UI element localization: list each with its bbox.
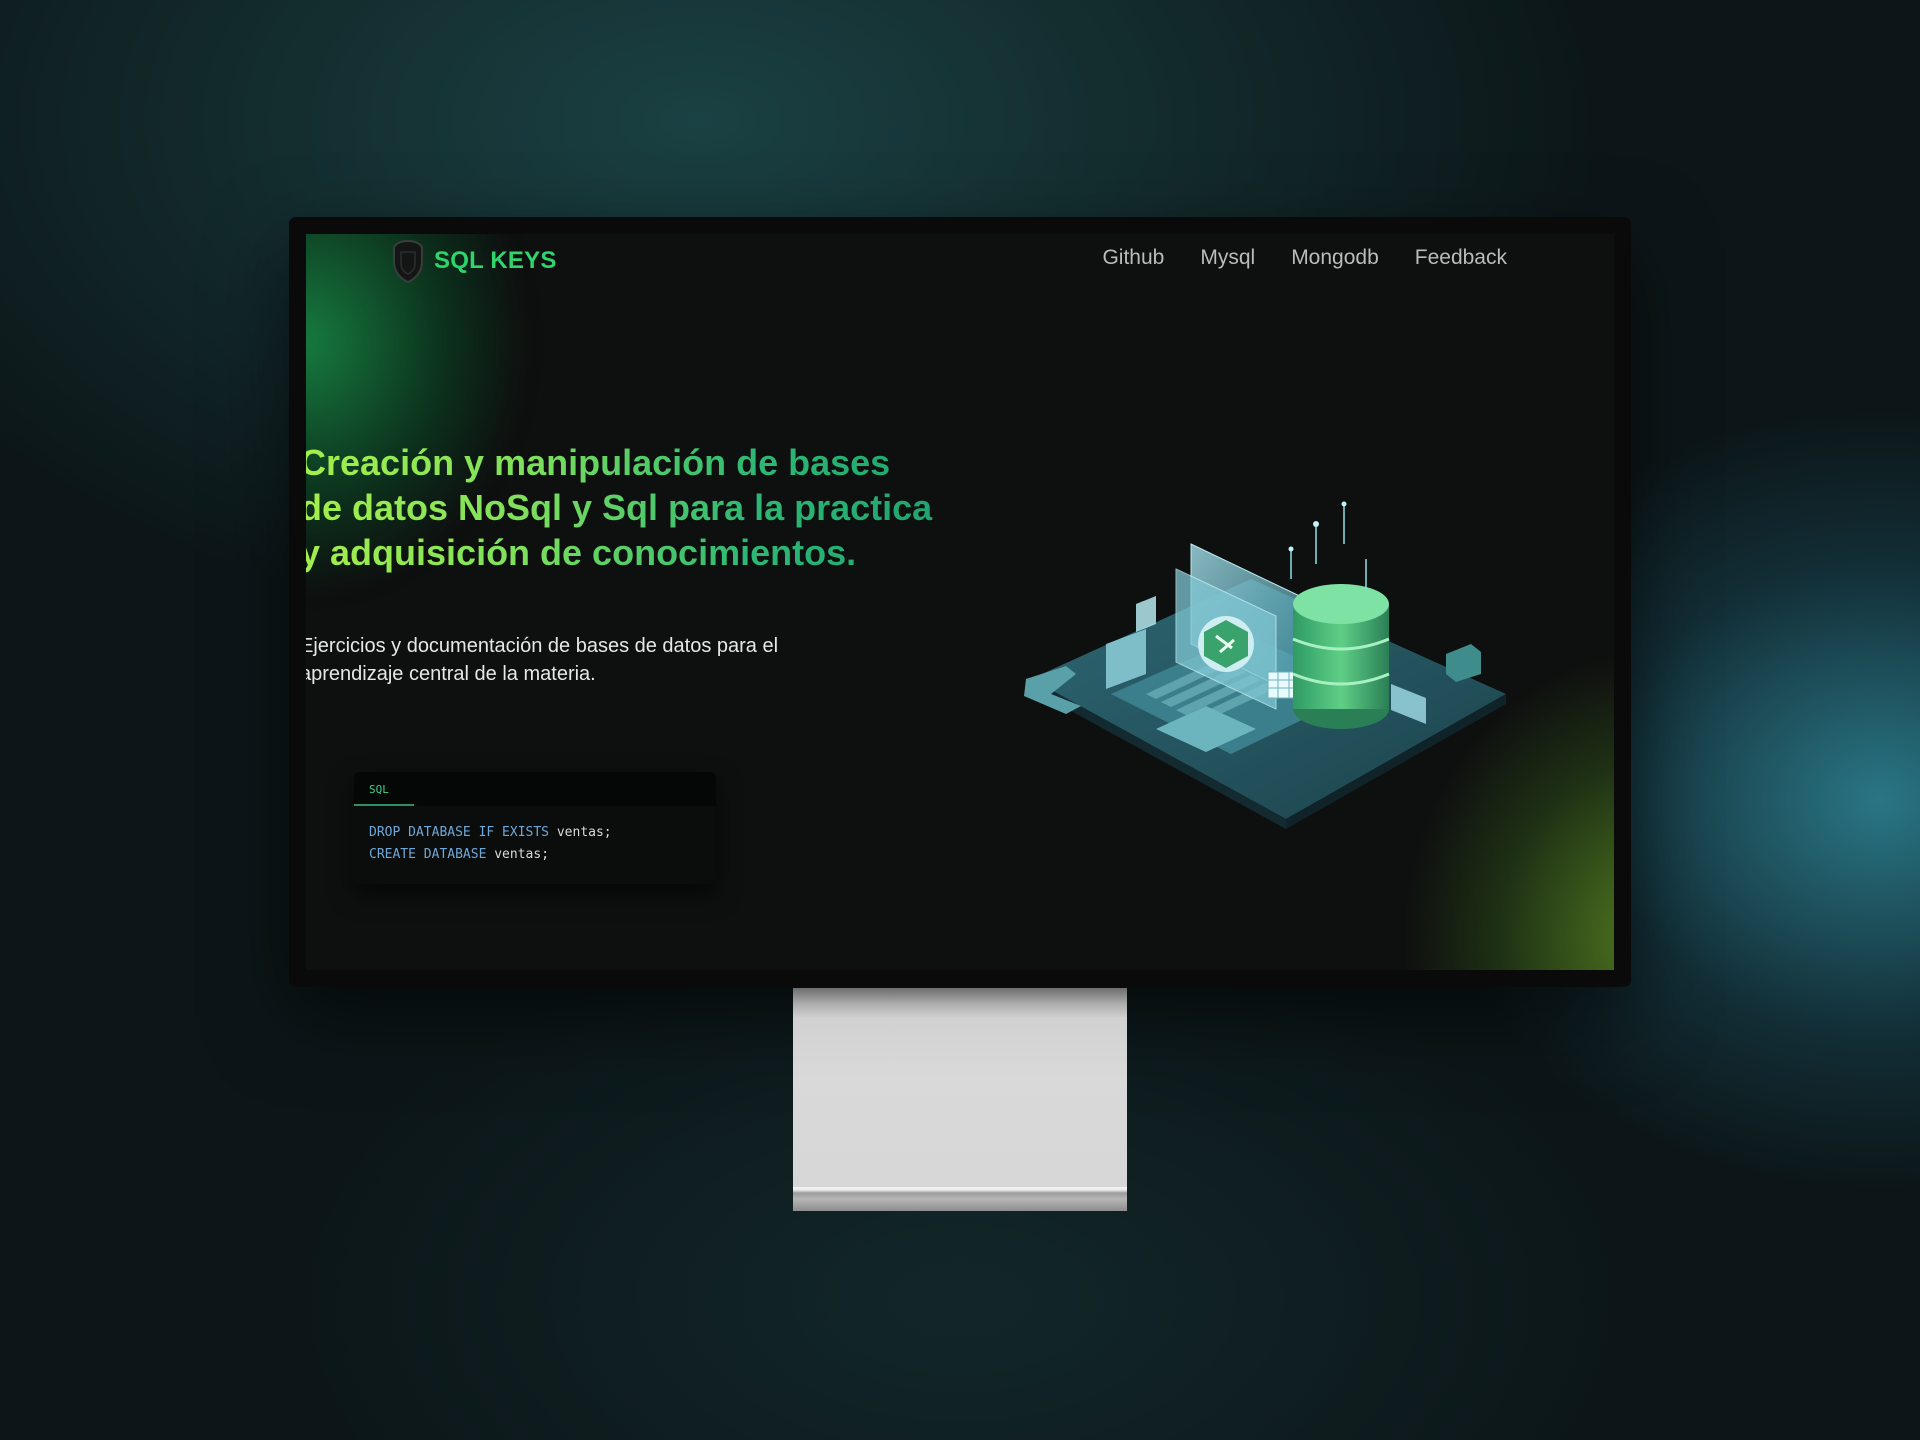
nav-link-mysql[interactable]: Mysql — [1200, 246, 1255, 270]
code-tab-bar: SQL — [354, 772, 716, 806]
nav-link-github[interactable]: Github — [1102, 246, 1164, 270]
nav-link-mongodb[interactable]: Mongodb — [1291, 246, 1379, 270]
code-body: DROP DATABASE IF EXISTS ventas; CREATE D… — [354, 806, 716, 866]
brand-logo[interactable]: SQL KEYS — [390, 238, 557, 284]
top-nav: Github Mysql Mongodb Feedback — [1102, 246, 1507, 270]
monitor-stand — [793, 988, 1127, 1211]
code-snippet-card: SQL DROP DATABASE IF EXISTS ventas; CREA… — [354, 772, 716, 884]
laptop-database-illustration — [1024, 501, 1506, 829]
code-tab-sql[interactable]: SQL — [354, 772, 414, 806]
hero-headline: Creación y manipulación de bases de dato… — [306, 440, 940, 575]
code-line: CREATE DATABASE ventas; — [369, 844, 701, 866]
nav-link-feedback[interactable]: Feedback — [1415, 246, 1507, 270]
code-text: ventas; — [486, 847, 550, 862]
shield-outline-icon — [393, 239, 423, 284]
stand-foot-edge — [793, 1187, 1127, 1211]
code-line: DROP DATABASE IF EXISTS ventas; — [369, 822, 701, 844]
website-screen: SQL KEYS Github Mysql Mongodb Feedback C… — [306, 234, 1614, 970]
hero-subtitle: Ejercicios y documentación de bases de d… — [306, 635, 779, 685]
brand-name: SQL KEYS — [434, 247, 557, 274]
code-keyword: CREATE DATABASE — [369, 847, 487, 862]
code-keyword: DROP DATABASE IF EXISTS — [369, 825, 550, 840]
stand-shadow — [793, 988, 1127, 1018]
code-text: ventas; — [549, 825, 612, 840]
